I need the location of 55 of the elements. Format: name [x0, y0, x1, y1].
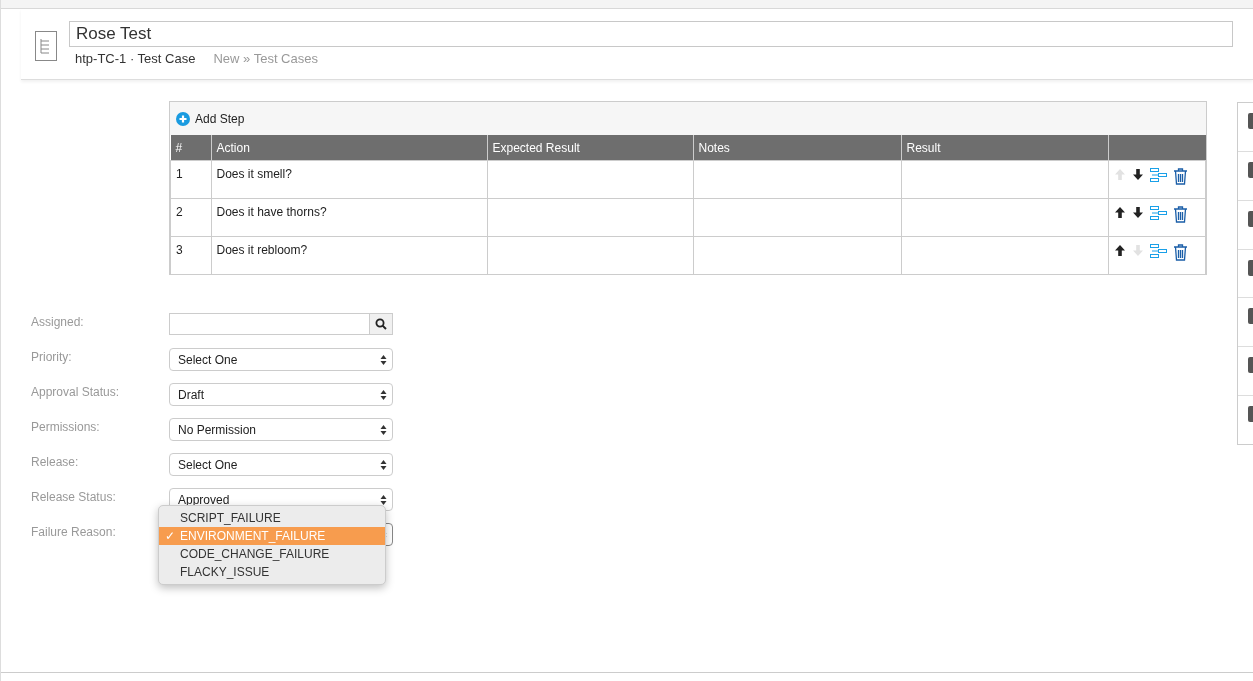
- table-cell: 1: [170, 160, 211, 199]
- up-arrow-icon[interactable]: [1113, 206, 1126, 219]
- breadcrumb: New » Test Cases: [213, 51, 318, 66]
- dropdown-option[interactable]: FLACKY_ISSUE: [159, 563, 385, 581]
- add-step-button[interactable]: Add Step: [176, 109, 245, 128]
- toolbar-icon[interactable]: [1248, 161, 1253, 178]
- hierarchy-icon[interactable]: [1149, 168, 1167, 183]
- record-id: htp-TC-1 · Test Case: [74, 51, 196, 66]
- field-label: Failure Reason:: [31, 524, 117, 539]
- down-arrow-icon[interactable]: [1131, 168, 1144, 181]
- spinner-icon: [380, 493, 387, 506]
- title-field[interactable]: Rose Test: [69, 21, 1233, 47]
- field-label: Release Status:: [31, 489, 117, 504]
- toolbar-icon[interactable]: [1248, 259, 1253, 276]
- toolbar-icon[interactable]: [1248, 210, 1253, 227]
- field-label: Approval Status:: [31, 384, 121, 399]
- hierarchy-icon[interactable]: [1149, 206, 1167, 221]
- spinner-icon: [380, 353, 387, 366]
- select-field[interactable]: Select One: [169, 348, 393, 371]
- table-cell: Does it smell?: [211, 160, 487, 199]
- field-label: Permissions:: [31, 419, 101, 434]
- hierarchy-icon[interactable]: [1149, 244, 1167, 259]
- trash-icon[interactable]: [1172, 206, 1188, 223]
- toolbar-icon[interactable]: [1248, 357, 1253, 374]
- search-icon[interactable]: [375, 318, 387, 330]
- column-header: #: [170, 135, 211, 161]
- toolbar-icon[interactable]: [1248, 308, 1253, 325]
- check-icon: ✓: [159, 527, 180, 545]
- select-field[interactable]: Draft: [169, 383, 393, 406]
- table-cell: Does it rebloom?: [211, 236, 487, 275]
- toolbar-icon[interactable]: [1248, 406, 1253, 423]
- assigned-field[interactable]: [169, 313, 393, 335]
- down-arrow-icon[interactable]: [1131, 206, 1144, 219]
- table-cell: Does it have thorns?: [211, 198, 487, 237]
- document-icon: [35, 31, 57, 61]
- column-header: Expected Result: [487, 135, 693, 161]
- spinner-icon: [380, 423, 387, 436]
- column-header: Action: [211, 135, 487, 161]
- select-field[interactable]: No Permission: [169, 418, 393, 441]
- field-label: Assigned:: [31, 314, 85, 329]
- table-cell: 3: [170, 236, 211, 275]
- column-header: Result: [901, 135, 1108, 161]
- plus-icon: [176, 111, 190, 126]
- column-header: Notes: [693, 135, 901, 161]
- trash-icon[interactable]: [1172, 168, 1188, 185]
- dropdown-option[interactable]: CODE_CHANGE_FAILURE: [159, 545, 385, 563]
- up-arrow-icon[interactable]: [1113, 244, 1126, 257]
- dropdown-option[interactable]: SCRIPT_FAILURE: [159, 509, 385, 527]
- field-label: Release:: [31, 454, 80, 469]
- trash-icon[interactable]: [1172, 244, 1188, 261]
- table-cell: 2: [170, 198, 211, 237]
- spinner-icon: [380, 458, 387, 471]
- spinner-icon: [380, 388, 387, 401]
- field-label: Priority:: [31, 349, 73, 364]
- select-field[interactable]: Select One: [169, 453, 393, 476]
